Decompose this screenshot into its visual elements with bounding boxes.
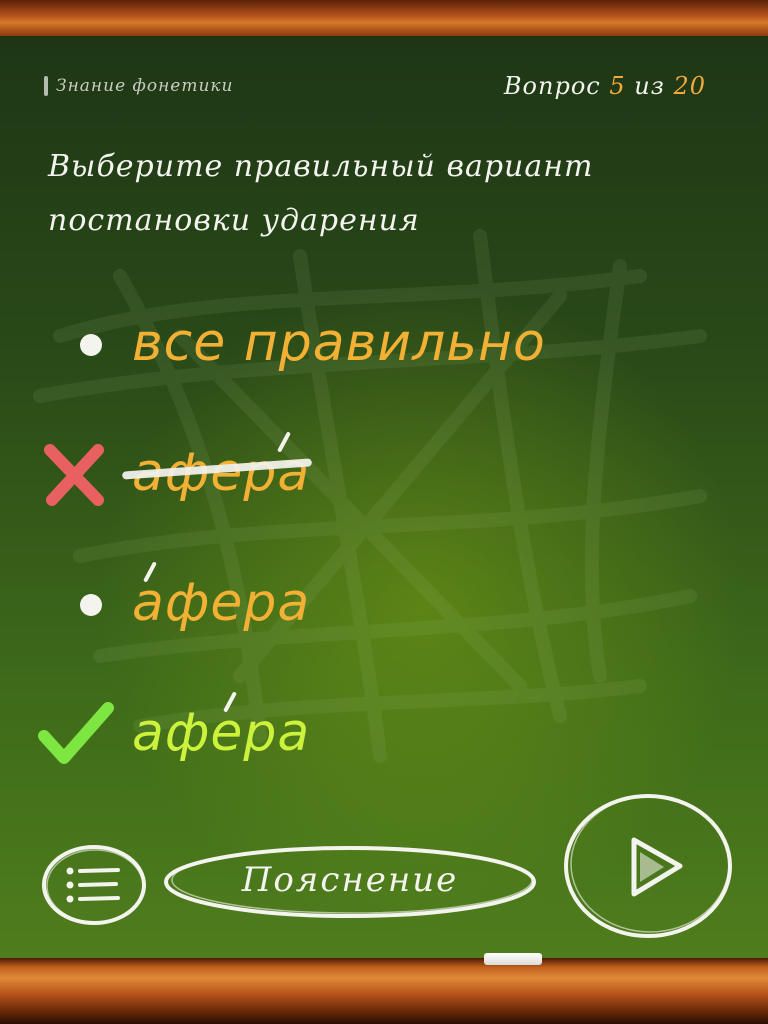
list-menu-icon <box>42 845 146 925</box>
subject-label: Знание фонетики <box>44 76 234 96</box>
subject-text: Знание фонетики <box>56 76 234 96</box>
play-next-icon <box>564 794 732 938</box>
answer-option-4[interactable]: афера <box>36 688 596 778</box>
bullet-icon <box>36 298 132 388</box>
counter-current: 5 <box>609 72 626 100</box>
menu-button[interactable] <box>40 843 148 927</box>
question-counter: Вопрос 5 из 20 <box>504 72 706 100</box>
board-frame-bottom <box>0 958 768 1024</box>
question-prompt: Выберите правильный вариант постановки у… <box>48 140 708 248</box>
answer-text-2: афера <box>121 431 313 503</box>
answer-text-3: афера <box>132 561 310 633</box>
cross-icon <box>36 428 132 518</box>
explanation-button[interactable]: Пояснение <box>160 840 540 920</box>
check-icon <box>36 688 132 778</box>
next-button[interactable] <box>562 790 740 940</box>
bullet-icon <box>36 558 132 648</box>
explanation-label: Пояснение <box>241 860 459 900</box>
prompt-line-2: постановки ударения <box>48 203 420 238</box>
subject-bar <box>44 76 48 96</box>
answer-text-4: афера <box>132 691 310 763</box>
answer-option-2[interactable]: афера <box>36 428 596 518</box>
board-frame-top <box>0 0 768 36</box>
chalk-stick <box>484 953 542 965</box>
counter-prefix: Вопрос <box>503 72 601 100</box>
counter-total: 20 <box>673 72 706 100</box>
counter-separator: из <box>634 72 665 100</box>
answer-text-1: все правильно <box>132 313 546 373</box>
prompt-line-1: Выберите правильный вариант <box>48 149 594 184</box>
answer-option-1[interactable]: все правильно <box>36 298 596 388</box>
answer-option-3[interactable]: афера <box>36 558 596 648</box>
